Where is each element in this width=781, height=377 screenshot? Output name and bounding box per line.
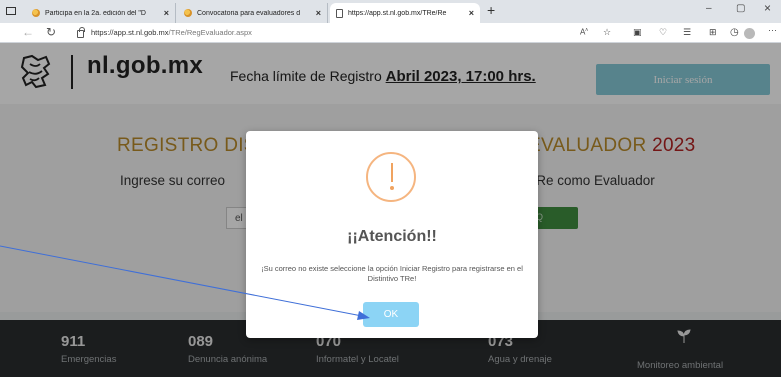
tab-active-regevaluador[interactable]: https://app.st.nl.gob.mx/TRe/Re × [330, 3, 480, 23]
close-window-button[interactable]: × [764, 1, 771, 15]
tab-participa[interactable]: Participa en la 2a. edición del "D × [26, 3, 176, 23]
tab-close-icon[interactable]: × [469, 8, 474, 18]
more-menu-icon[interactable]: ··· [768, 25, 777, 35]
favorite-star-icon[interactable]: ☆ [603, 27, 611, 38]
ok-button[interactable]: OK [363, 302, 419, 327]
nl-favicon-icon [184, 9, 192, 17]
browser-tab-bar: Participa en la 2a. edición del "D × Con… [0, 0, 781, 23]
restore-button[interactable]: ▢ [736, 3, 745, 14]
minimize-button[interactable]: – [706, 3, 712, 14]
nl-favicon-icon [32, 9, 40, 17]
favorites-list-icon[interactable]: ☰ [683, 27, 691, 38]
browser-essentials-icon[interactable]: ♡ [659, 27, 667, 38]
warning-icon [366, 152, 416, 202]
refresh-icon[interactable]: ↻ [46, 25, 56, 39]
tab-close-icon[interactable]: × [316, 8, 321, 18]
url-text: https://app.st.nl.gob.mx/TRe/RegEvaluado… [91, 28, 252, 37]
document-icon [336, 8, 343, 18]
dialog-title: ¡¡Atención!! [347, 228, 437, 245]
collections-icon[interactable]: ⊞ [709, 27, 717, 38]
tab-title: Participa en la 2a. edición del "D [45, 9, 146, 17]
back-arrow-icon[interactable]: ← [22, 25, 34, 39]
tab-close-icon[interactable]: × [164, 8, 169, 18]
lock-icon [77, 26, 85, 38]
page-content: nl.gob.mx Fecha límite de Registro Abril… [0, 43, 781, 377]
tab-convocatoria[interactable]: Convocatoria para evaluadores d × [178, 3, 328, 23]
profile-avatar[interactable] [744, 28, 755, 39]
new-tab-button[interactable]: + [487, 2, 495, 18]
address-bar: ← ↻ https://app.st.nl.gob.mx/TRe/RegEval… [0, 23, 781, 43]
history-icon[interactable]: ◷ [730, 27, 739, 38]
tab-actions-icon[interactable] [6, 7, 16, 15]
url-field[interactable]: https://app.st.nl.gob.mx/TRe/RegEvaluado… [77, 25, 557, 40]
extension-icon[interactable]: ▣ [633, 27, 642, 38]
tab-title: https://app.st.nl.gob.mx/TRe/Re [348, 9, 447, 17]
alert-dialog: ¡¡Atención!! ¡Su correo no existe selecc… [246, 131, 538, 338]
tab-title: Convocatoria para evaluadores d [197, 9, 301, 17]
dialog-message: ¡Su correo no existe seleccione la opció… [261, 264, 523, 283]
read-aloud-icon[interactable]: Aʌ [580, 27, 588, 37]
